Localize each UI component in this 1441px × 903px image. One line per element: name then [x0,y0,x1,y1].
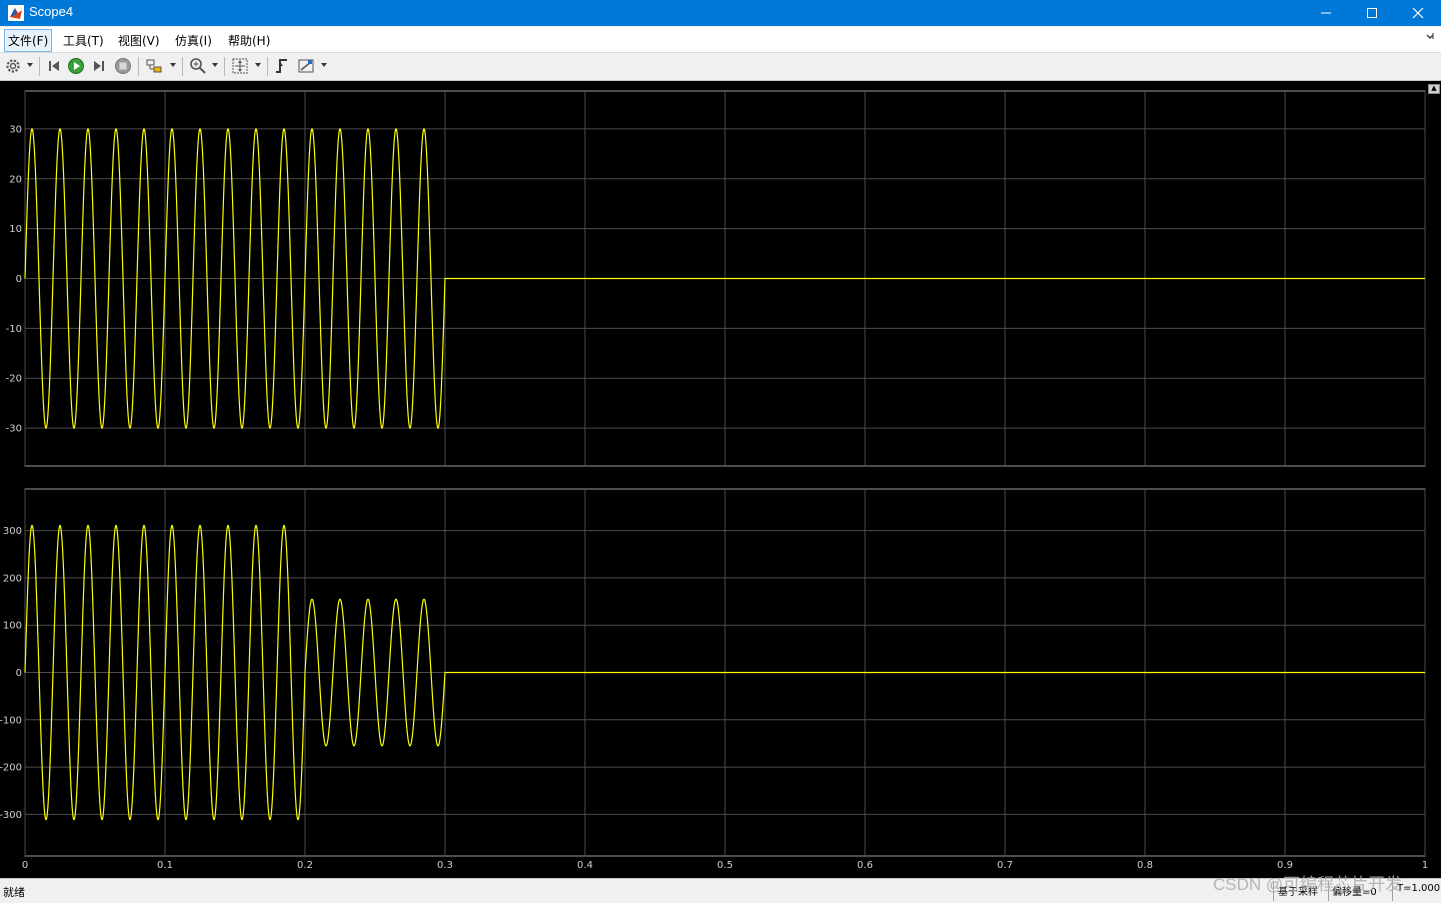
x-tick-label: 0.1 [157,860,173,871]
fit-to-view-icon[interactable] [231,57,249,75]
y-tick-label: -300 [0,810,22,821]
toolbar-separator [182,57,183,76]
y-tick-label: 200 [3,573,22,584]
window-title: Scope4 [29,4,74,19]
fit-dropdown-icon[interactable] [255,63,261,67]
y-tick-label: 0 [16,274,22,285]
x-tick-label: 0.5 [717,860,733,871]
maximize-icon [1367,8,1377,18]
toolbar-separator [39,57,40,76]
measurements-icon[interactable] [297,57,315,75]
triggers-icon[interactable] [273,57,291,75]
x-tick-label: 0.4 [577,860,593,871]
y-tick-label: 20 [9,174,22,185]
measurements-dropdown-icon[interactable] [321,63,327,67]
y-tick-label: 10 [9,224,22,235]
run-icon[interactable] [67,57,85,75]
lower-axes[interactable]: 0 0.1 0.2 0.3 0.4 0.5 0.6 0.7 0.8 0.9 13002001000-… [0,488,1428,871]
y-tick-label: -10 [6,324,22,335]
stop-icon[interactable] [114,57,132,75]
menu-view[interactable]: 视图(V) [118,32,160,49]
highlight-block-icon[interactable] [145,57,163,75]
minimize-button[interactable] [1303,0,1349,26]
menu-bar: 文件(F) 工具(T) 视图(V) 仿真(I) 帮助(H) [0,27,1441,53]
undock-button[interactable]: ▲ [1428,84,1440,94]
zoom-icon[interactable] [189,57,207,75]
menu-simulation[interactable]: 仿真(I) [175,32,212,49]
x-tick-label: 0.7 [997,860,1013,871]
x-tick-label: 0.2 [297,860,313,871]
x-tick-label: 0.6 [857,860,873,871]
close-button[interactable] [1395,0,1441,26]
menu-tools[interactable]: 工具(T) [63,32,104,49]
watermark: CSDN @可编程芯片开发 [1213,875,1403,894]
upper-axes[interactable]: 30 20 10 0 -10 -20 -30 [6,90,1426,467]
toolbar-separator [267,57,268,76]
y-tick-label: -20 [6,374,22,385]
y-tick-label: -200 [0,763,22,774]
y-tick-label: 100 [3,621,22,632]
menu-help[interactable]: 帮助(H) [228,32,270,49]
x-tick-label: 0.3 [437,860,453,871]
highlight-dropdown-icon[interactable] [170,63,176,67]
status-time: T=1.000 [1397,883,1441,894]
gear-icon[interactable] [4,57,22,75]
minimize-icon [1321,12,1331,14]
y-tick-label: 300 [3,526,22,537]
scope-plot-area[interactable]: 30 20 10 0 -10 -20 -30 0 0.1 0.2 0.3 0.4 0.5 0.6 0.7 0… [0,81,1441,878]
toolbar-separator [138,57,139,76]
toolbar-separator [224,57,225,76]
maximize-button[interactable] [1349,0,1395,26]
step-forward-icon[interactable] [90,57,108,75]
status-text: 就绪 [3,886,25,899]
x-tick-label: 0.8 [1137,860,1153,871]
x-tick-label: 0 [22,860,28,871]
x-tick-label: 1 [1422,860,1428,871]
matlab-logo-icon [8,5,24,21]
y-tick-label: 30 [9,124,22,135]
y-tick-label: -100 [0,715,22,726]
scope-axes-canvas[interactable]: 3020100-10-20-30 0 0.1 0.2 0.3 0.4 0.5 0.6 0.7 0… [0,81,1441,878]
menu-collapse-icon[interactable] [1425,32,1435,42]
menu-file[interactable]: 文件(F) [4,29,53,52]
settings-dropdown-icon[interactable] [27,63,33,67]
title-bar[interactable]: Scope4 [0,0,1441,26]
y-tick-label: 0 [16,668,22,679]
step-back-icon[interactable] [45,57,63,75]
y-tick-label: -30 [6,424,22,435]
zoom-dropdown-icon[interactable] [212,63,218,67]
toolbar [0,53,1441,81]
close-icon [1412,7,1424,19]
